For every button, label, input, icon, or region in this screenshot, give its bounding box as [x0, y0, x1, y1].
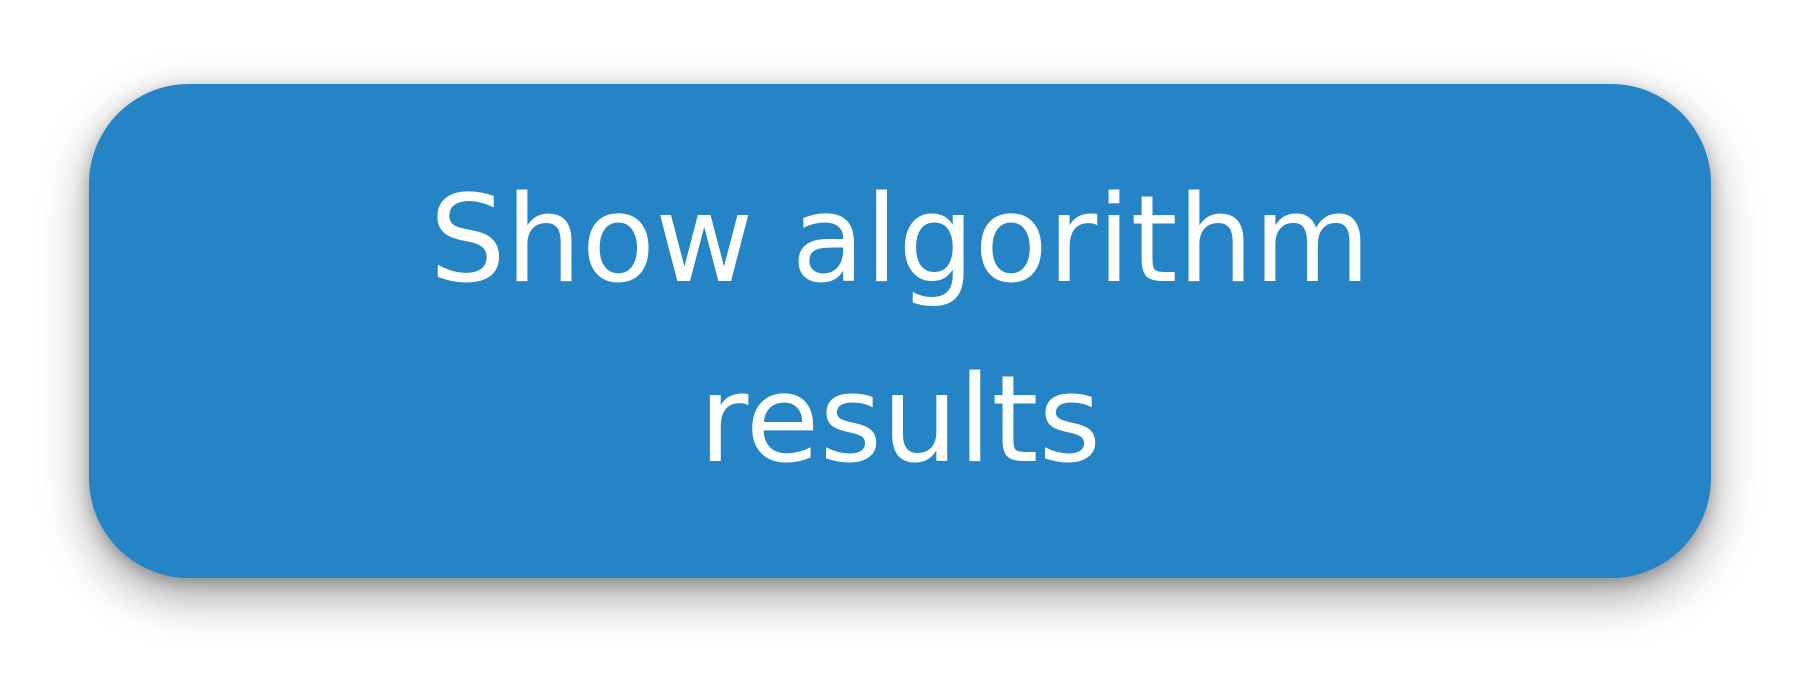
show-algorithm-results-button[interactable]: Show algorithm results [89, 84, 1711, 578]
page-canvas: Show algorithm results [0, 0, 1801, 675]
button-label: Show algorithm results [429, 171, 1371, 490]
